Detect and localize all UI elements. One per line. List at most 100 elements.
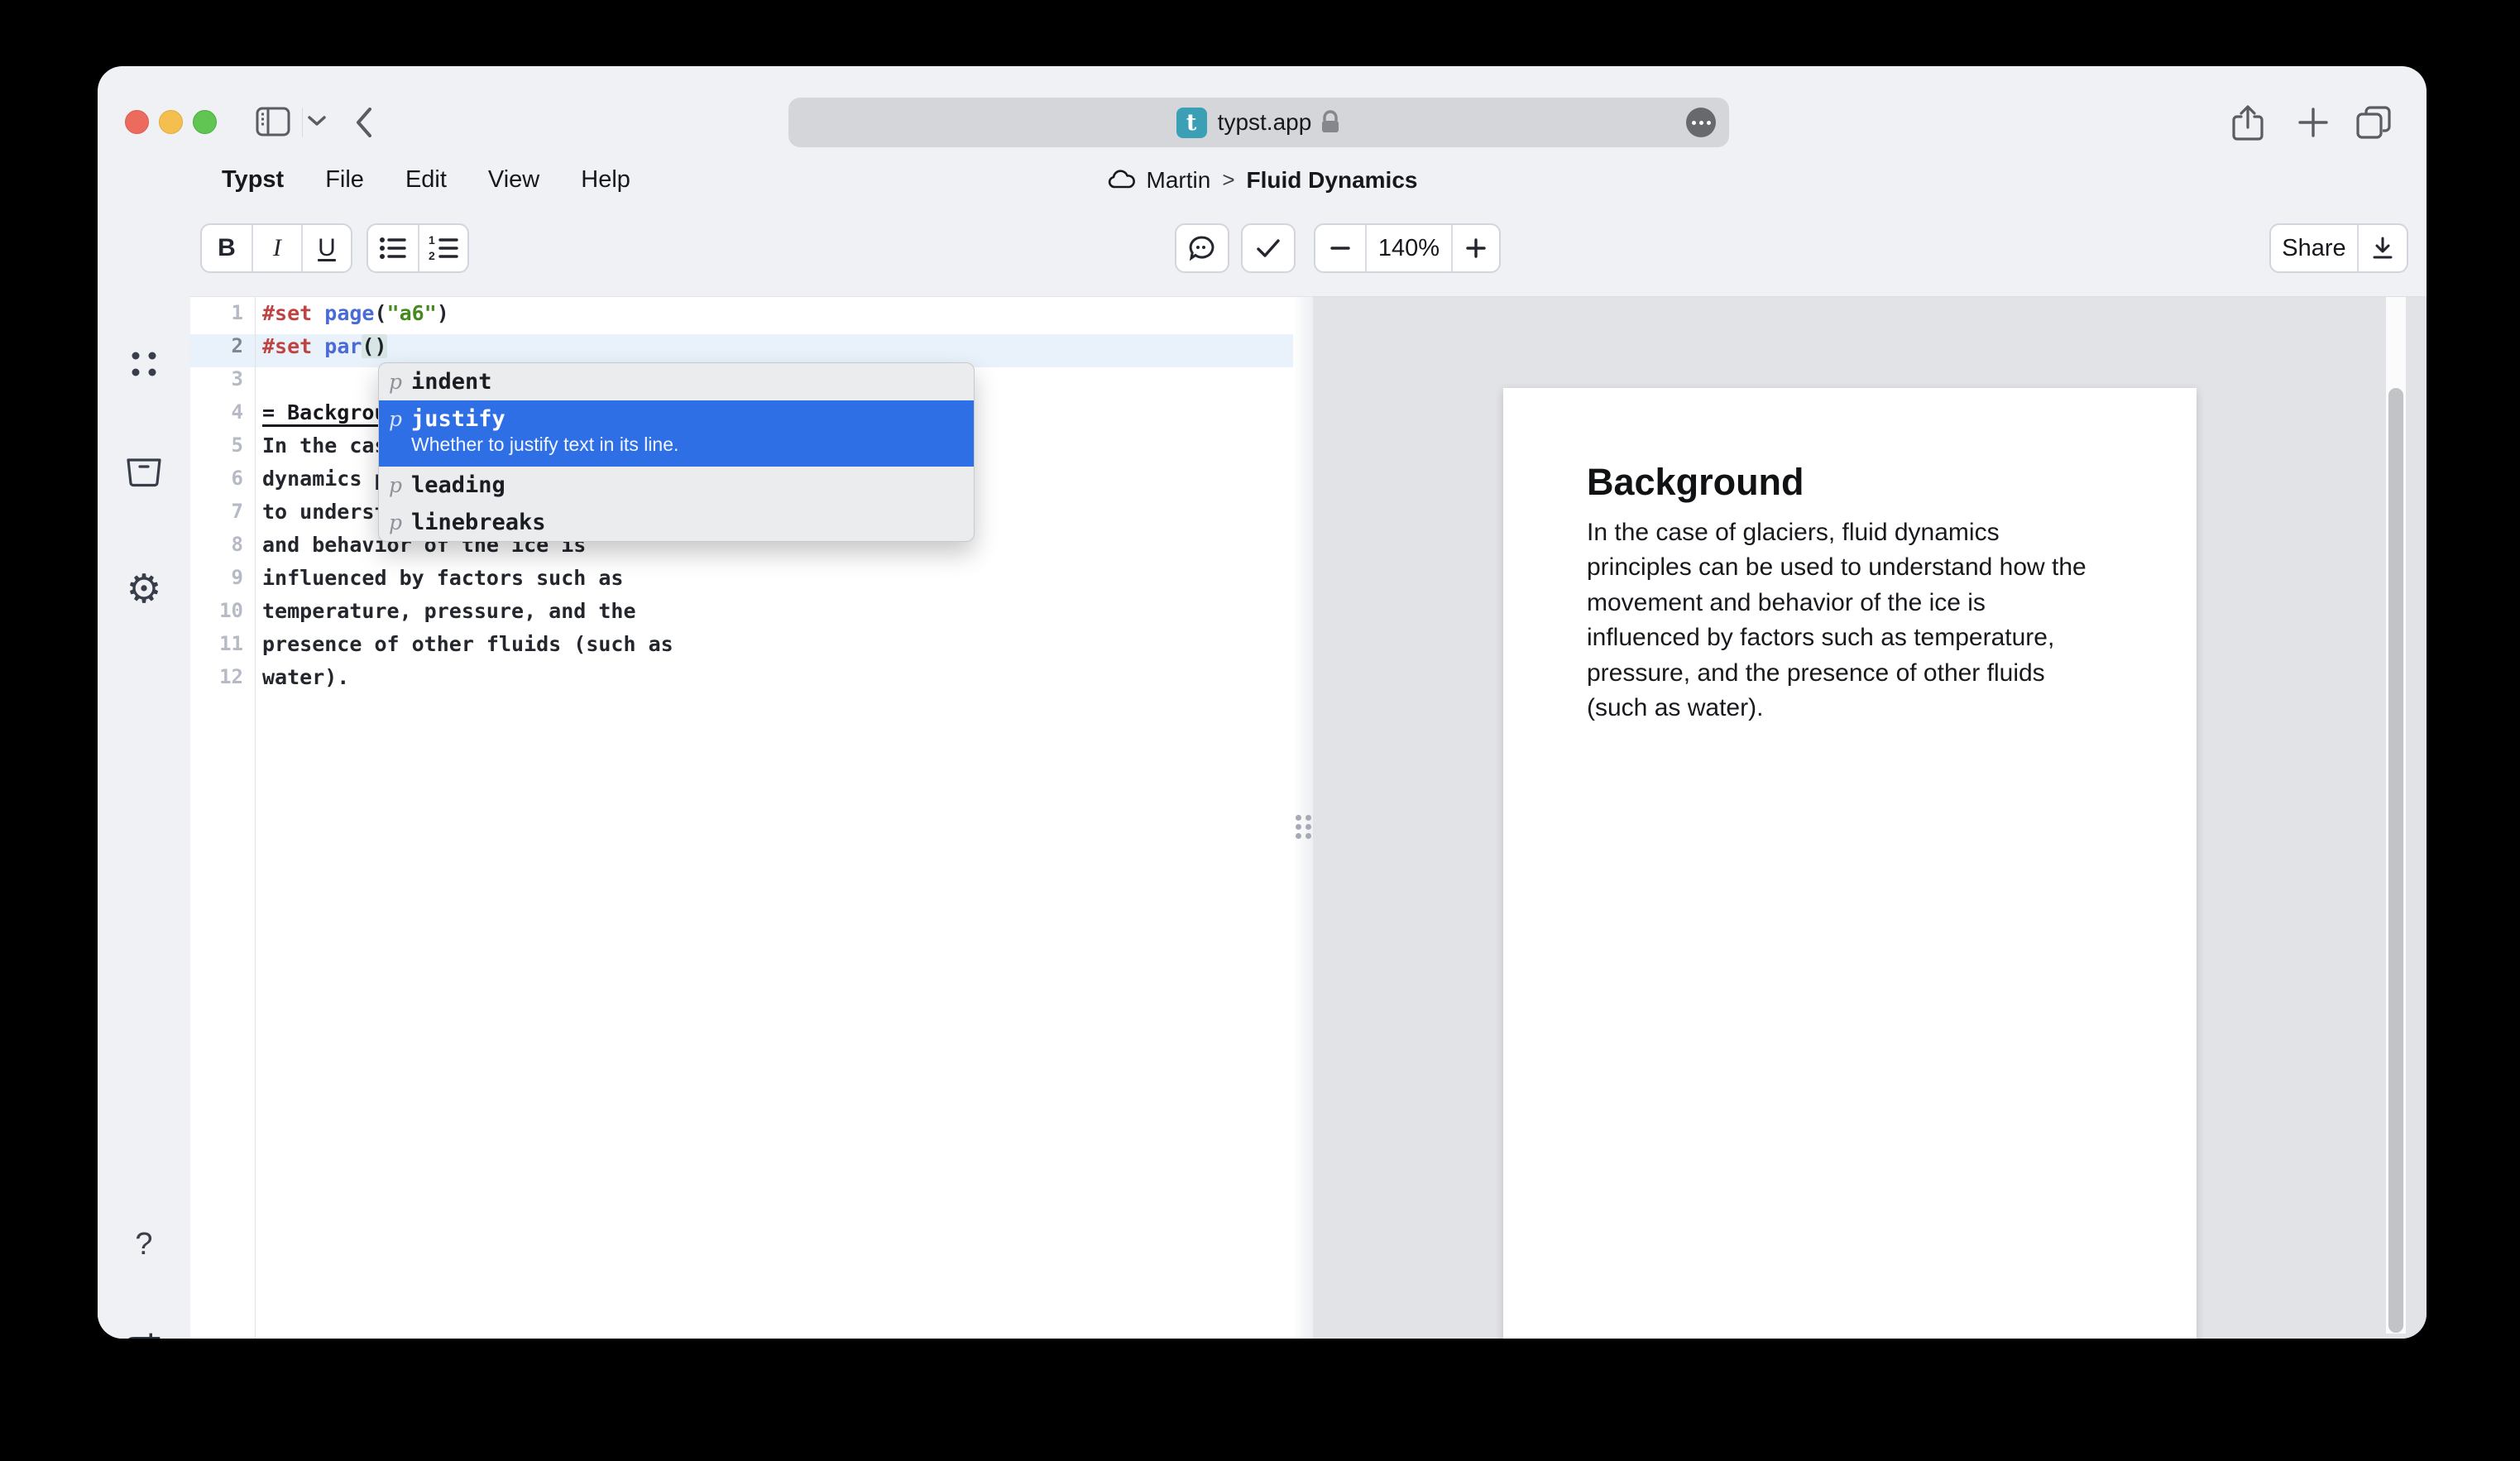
bullet-list-button[interactable]	[368, 225, 418, 271]
zoom-out-button[interactable]	[1315, 225, 1365, 271]
code-editor[interactable]: 1#set page("a6")2#set par()34= Backgroun…	[190, 296, 1293, 1339]
autocomplete-item-justify[interactable]: pjustifyWhether to justify text in its l…	[379, 400, 974, 467]
help-icon[interactable]: ?	[98, 1227, 190, 1262]
preview-text-line: influenced by factors such as temperatur…	[1587, 620, 2124, 655]
apps-grid-icon[interactable]	[98, 346, 190, 382]
address-bar[interactable]: t typst.app	[788, 98, 1729, 147]
preview-scrollbar-track[interactable]	[2386, 297, 2406, 1334]
italic-button[interactable]: I	[252, 225, 301, 271]
breadcrumb[interactable]: Martin > Fluid Dynamics	[1107, 153, 1418, 207]
param-type-label: p	[389, 510, 411, 534]
menu-item-view[interactable]: View	[488, 166, 539, 194]
bold-button[interactable]: B	[202, 225, 252, 271]
projects-box-icon[interactable]	[98, 457, 190, 487]
line-number: 7	[190, 500, 243, 523]
line-number: 3	[190, 367, 243, 390]
lock-icon	[1320, 110, 1341, 135]
preview-pane: Background In the case of glaciers, flui…	[1313, 296, 2427, 1339]
breadcrumb-separator-icon: >	[1222, 167, 1234, 193]
zoom-in-button[interactable]	[1451, 225, 1499, 271]
code-text: presence of other fluids (such as	[262, 632, 673, 656]
text-style-group: B I U	[200, 223, 352, 273]
zoom-window-button[interactable]	[193, 110, 217, 134]
italic-label: I	[273, 234, 281, 262]
code-line-11[interactable]: 11presence of other fluids (such as	[190, 632, 1293, 665]
autocomplete-dropdown: pindentpjustifyWhether to justify text i…	[378, 362, 975, 542]
line-number: 5	[190, 434, 243, 457]
favicon-letter: t	[1186, 110, 1196, 136]
sidebar-toggle-icon[interactable]	[255, 106, 291, 137]
minimize-window-button[interactable]	[159, 110, 183, 134]
comment-button-group	[1175, 223, 1229, 273]
menu-item-typst[interactable]: Typst	[222, 166, 284, 194]
check-icon	[1256, 238, 1281, 258]
svg-text:2: 2	[429, 249, 435, 261]
drag-handle-icon[interactable]	[1296, 815, 1313, 835]
comment-button[interactable]	[1176, 225, 1228, 271]
bold-label: B	[218, 234, 236, 262]
menu-item-help[interactable]: Help	[581, 166, 630, 194]
autocomplete-label: leading	[411, 472, 505, 498]
tabs-overview-icon[interactable]	[2355, 104, 2393, 141]
document-page: Background In the case of glaciers, flui…	[1503, 388, 2197, 1339]
preview-heading: Background	[1587, 461, 2124, 504]
preview-scrollbar-thumb[interactable]	[2388, 388, 2403, 1333]
site-favicon: t	[1176, 108, 1207, 138]
url-text: typst.app	[1218, 109, 1312, 136]
autocomplete-item-leading[interactable]: pleading	[379, 467, 974, 504]
check-button-group	[1241, 223, 1296, 273]
toolbar: B I U	[98, 207, 2427, 296]
breadcrumb-document-title[interactable]: Fluid Dynamics	[1247, 167, 1418, 194]
typst-logo-text: typst	[116, 1332, 172, 1339]
code-line-12[interactable]: 12water).	[190, 665, 1293, 698]
gutter-separator	[255, 297, 256, 1339]
back-icon[interactable]	[354, 106, 374, 139]
preview-text-line: movement and behavior of the ice is	[1587, 586, 2124, 620]
zoom-level-value: 140%	[1378, 235, 1440, 262]
menu-bar: Typst File Edit View Help	[222, 153, 630, 207]
line-number: 6	[190, 467, 243, 490]
help-label: ?	[135, 1227, 152, 1262]
browser-chrome: t typst.app	[98, 66, 2427, 153]
code-line-1[interactable]: 1#set page("a6")	[190, 301, 1293, 334]
share-page-icon[interactable]	[2230, 104, 2265, 142]
menu-item-edit[interactable]: Edit	[405, 166, 447, 194]
autocomplete-label: indent	[411, 369, 492, 395]
code-line-10[interactable]: 10temperature, pressure, and the	[190, 599, 1293, 632]
download-button[interactable]	[2357, 225, 2407, 271]
code-line-9[interactable]: 9 influenced by factors such as	[190, 566, 1293, 599]
preview-text-line: pressure, and the presence of other flui…	[1587, 656, 2124, 691]
page-settings-ellipsis-icon[interactable]	[1686, 108, 1716, 137]
close-window-button[interactable]	[125, 110, 149, 134]
new-tab-icon[interactable]	[2297, 106, 2330, 139]
svg-text:1: 1	[429, 235, 435, 247]
comment-icon	[1188, 235, 1216, 261]
check-button[interactable]	[1243, 225, 1294, 271]
chevron-down-icon[interactable]	[306, 114, 328, 127]
line-number: 1	[190, 301, 243, 324]
settings-gear-icon[interactable]: ⚙	[98, 569, 190, 609]
param-type-label: p	[389, 407, 411, 431]
autocomplete-item-linebreaks[interactable]: plinebreaks	[379, 504, 974, 541]
code-text: influenced by factors such as	[262, 566, 624, 590]
zoom-level-display[interactable]: 140%	[1365, 225, 1451, 271]
breadcrumb-workspace[interactable]: Martin	[1147, 167, 1211, 194]
download-icon	[2372, 237, 2393, 260]
main-content: ⚙ ? typst 1#set page("a6")2#set par()34=…	[98, 296, 2427, 1339]
pane-divider[interactable]	[1293, 296, 1313, 1339]
cloud-icon	[1107, 170, 1137, 191]
numbered-list-icon: 1 2	[429, 235, 458, 261]
preview-text-line: In the case of glaciers, fluid dynamics	[1587, 515, 2124, 550]
left-rail: ⚙ ? typst	[98, 296, 190, 1339]
list-style-group: 1 2	[367, 223, 469, 273]
code-text: water).	[262, 665, 349, 689]
underline-button[interactable]: U	[301, 225, 351, 271]
line-number: 9	[190, 566, 243, 589]
numbered-list-button[interactable]: 1 2	[418, 225, 467, 271]
traffic-lights	[125, 110, 217, 134]
browser-window: t typst.app	[98, 66, 2427, 1339]
autocomplete-item-indent[interactable]: pindent	[379, 363, 974, 400]
share-button[interactable]: Share	[2271, 225, 2357, 271]
zoom-in-icon	[1466, 238, 1486, 258]
menu-item-file[interactable]: File	[325, 166, 364, 194]
